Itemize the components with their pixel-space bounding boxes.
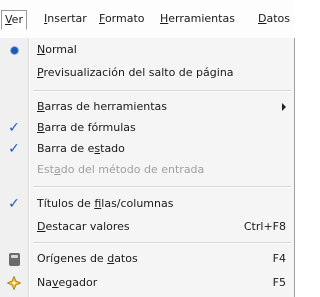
menu-item-titulos-filas-columnas[interactable]: ✓ Títulos de filas/columnas xyxy=(0,193,294,215)
menu-separator xyxy=(33,90,291,92)
menu-datos[interactable]: Datos xyxy=(258,11,290,27)
menu-bar: Ver Insertar Formato Herramientas Datos xyxy=(0,0,295,39)
checkmark-icon: ✓ xyxy=(8,196,20,212)
menu-separator xyxy=(33,242,291,244)
menu-insertar[interactable]: Insertar xyxy=(44,11,87,27)
checkmark-icon: ✓ xyxy=(8,141,20,157)
menu-item-barra-estado[interactable]: ✓ Barra de estado xyxy=(0,138,294,160)
navigator-icon xyxy=(7,276,21,290)
menu-ver[interactable]: Ver xyxy=(1,10,27,30)
menu-item-previsualizacion-salto[interactable]: Previsualización del salto de página xyxy=(0,62,294,84)
shortcut-label: F5 xyxy=(272,276,286,289)
menu-herramientas[interactable]: Herramientas xyxy=(160,11,235,27)
submenu-arrow-icon xyxy=(282,103,286,111)
menu-item-barras-herramientas[interactable]: Barras de herramientas xyxy=(0,96,294,118)
ver-dropdown-menu: Normal Previsualización del salto de pág… xyxy=(0,38,295,297)
menu-item-navegador[interactable]: Navegador F5 xyxy=(0,272,294,294)
shortcut-label: Ctrl+F8 xyxy=(243,220,286,233)
menu-item-destacar-valores[interactable]: Destacar valores Ctrl+F8 xyxy=(0,216,294,238)
menu-item-normal[interactable]: Normal xyxy=(0,39,294,61)
checkmark-icon: ✓ xyxy=(8,120,20,136)
menu-formato[interactable]: Formato xyxy=(99,11,145,27)
menu-item-origenes-datos[interactable]: Orígenes de datos F4 xyxy=(0,248,294,270)
radio-selected-icon xyxy=(10,46,18,54)
menu-separator xyxy=(33,186,291,188)
menu-item-barra-formulas[interactable]: ✓ Barra de fórmulas xyxy=(0,117,294,139)
database-icon xyxy=(8,252,20,266)
shortcut-label: F4 xyxy=(272,252,286,265)
menu-item-estado-metodo-entrada: Estado del método de entrada xyxy=(37,163,205,176)
